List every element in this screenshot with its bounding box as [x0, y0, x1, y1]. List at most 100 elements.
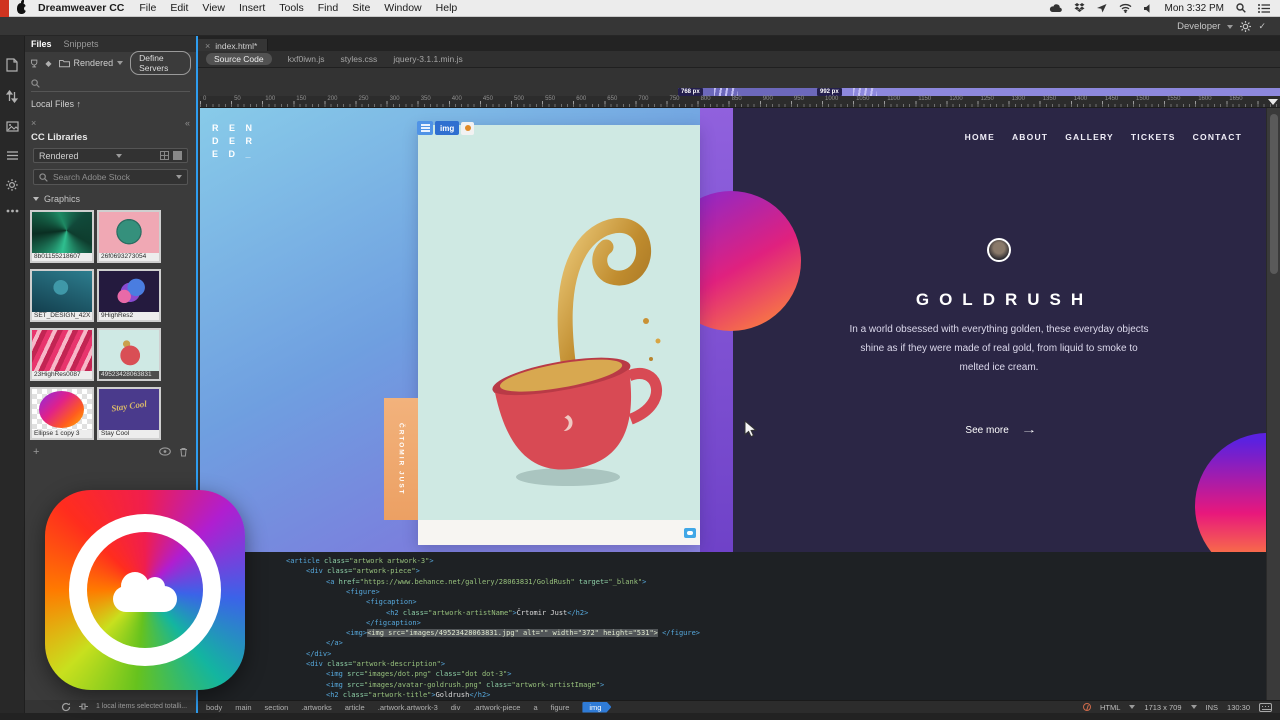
graphics-section-header[interactable]: Graphics: [25, 185, 196, 208]
document-tabstrip: × index.html*: [198, 36, 1280, 51]
library-dropdown[interactable]: Rendered: [33, 148, 188, 163]
library-item[interactable]: Ellipse 1 copy 3: [30, 387, 94, 440]
related-file[interactable]: Source Code: [206, 53, 272, 65]
tag-selector-a[interactable]: a: [533, 703, 537, 712]
library-item[interactable]: 9HighRes2: [97, 269, 161, 322]
add-library-item-button[interactable]: +: [33, 446, 39, 458]
files-search[interactable]: [31, 76, 190, 92]
breakpoint-badge-992[interactable]: 992 px: [817, 88, 842, 96]
scroll-caret-icon[interactable]: [1268, 99, 1278, 105]
menu-item-site[interactable]: Site: [352, 2, 370, 14]
menu-item-tools[interactable]: Tools: [279, 2, 304, 14]
tag-selector-body[interactable]: body: [206, 703, 222, 712]
library-item-label: 26f0693273054: [99, 253, 159, 261]
apple-menu-icon[interactable]: [17, 3, 26, 14]
tab-snippets[interactable]: Snippets: [64, 39, 99, 49]
menu-item-window[interactable]: Window: [384, 2, 421, 14]
tag-selector-artwork-piece[interactable]: .artwork-piece: [473, 703, 520, 712]
lint-error-icon[interactable]: [1083, 703, 1091, 711]
volume-icon[interactable]: [1144, 4, 1153, 13]
doc-type[interactable]: HTML: [1100, 703, 1120, 712]
code-line: <a href="https://www.behance.net/gallery…: [198, 578, 1266, 588]
notification-center-icon[interactable]: [1258, 4, 1270, 13]
scrollbar-thumb[interactable]: [1270, 114, 1278, 274]
tag-selector-div[interactable]: div: [451, 703, 461, 712]
keyboard-icon[interactable]: [1259, 703, 1272, 712]
file-icon[interactable]: [6, 58, 18, 72]
media-query-range-992[interactable]: [817, 88, 1280, 96]
element-menu-icon[interactable]: [417, 121, 433, 135]
related-file[interactable]: kxf0iwn.js: [288, 54, 325, 64]
menu-item-edit[interactable]: Edit: [170, 2, 188, 14]
library-item[interactable]: 8b01155218607: [30, 210, 94, 263]
library-item[interactable]: 49523428063831: [97, 328, 161, 381]
tab-files[interactable]: Files: [31, 39, 52, 49]
see-more-link[interactable]: See more →: [733, 425, 1266, 436]
menu-item-insert[interactable]: Insert: [239, 2, 265, 14]
vertical-scrollbar[interactable]: [1266, 108, 1280, 700]
menu-item-file[interactable]: File: [139, 2, 156, 14]
related-file[interactable]: styles.css: [340, 54, 377, 64]
artwork-card[interactable]: [418, 125, 700, 545]
layers-icon[interactable]: [6, 150, 19, 161]
menu-item-help[interactable]: Help: [436, 2, 458, 14]
grid-view-icon[interactable]: [160, 151, 169, 160]
dropbox-icon[interactable]: [1074, 3, 1085, 13]
refresh-icon[interactable]: [61, 702, 71, 712]
artwork-image[interactable]: [418, 125, 700, 520]
library-item[interactable]: Stay CoolStay Cool: [97, 387, 161, 440]
library-item-thumbnail: [32, 271, 92, 312]
breakpoint-badge-768[interactable]: 768 px: [678, 88, 703, 96]
tag-selector-section[interactable]: section: [265, 703, 289, 712]
nav-item-about[interactable]: ABOUT: [1012, 132, 1048, 142]
menu-item-find[interactable]: Find: [318, 2, 338, 14]
nav-item-gallery[interactable]: GALLERY: [1065, 132, 1114, 142]
local-files-header[interactable]: Local Files ↑: [25, 94, 196, 112]
code-area[interactable]: <article class="artwork artwork-3"><div …: [198, 552, 1266, 700]
tag-selector-img[interactable]: img: [582, 702, 611, 713]
workspace-switcher[interactable]: Developer ✓: [1177, 21, 1266, 32]
window-size[interactable]: 1713 x 709: [1144, 703, 1181, 712]
library-item-thumbnail: Stay Cool: [99, 389, 159, 430]
nav-item-home[interactable]: HOME: [965, 132, 995, 142]
tag-selector-artworkartwork-3[interactable]: .artwork.artwork-3: [378, 703, 438, 712]
live-view[interactable]: R E ND E RE D _: [200, 108, 1266, 552]
ruler-label: 850: [732, 96, 742, 102]
site-manager-icon[interactable]: [30, 58, 38, 69]
close-icon[interactable]: ×: [205, 41, 210, 51]
tag-selector-figure[interactable]: figure: [551, 703, 570, 712]
creative-cloud-icon[interactable]: [1049, 4, 1062, 13]
nav-item-contact[interactable]: CONTACT: [1193, 132, 1242, 142]
tag-selector-article[interactable]: article: [345, 703, 365, 712]
element-tag-badge[interactable]: img: [435, 121, 459, 135]
list-view-icon[interactable]: [173, 151, 182, 160]
tag-selector-main[interactable]: main: [235, 703, 251, 712]
snippets-gear-icon[interactable]: [6, 179, 18, 191]
adobe-stock-search[interactable]: Search Adobe Stock: [33, 169, 188, 185]
nav-item-tickets[interactable]: TICKETS: [1131, 132, 1176, 142]
menu-item-view[interactable]: View: [202, 2, 225, 14]
library-item[interactable]: 23HighRes0087: [30, 328, 94, 381]
git-icon[interactable]: ◆: [45, 59, 51, 68]
library-item[interactable]: 26f0693273054: [97, 210, 161, 263]
server-dropdown[interactable]: Rendered: [59, 58, 124, 68]
sort-arrows-icon[interactable]: [6, 90, 18, 103]
sync-status-icon[interactable]: [159, 447, 171, 456]
image-panel-icon[interactable]: [6, 121, 19, 132]
collapse-icon[interactable]: «: [185, 118, 190, 128]
more-options-icon[interactable]: [6, 209, 19, 213]
spotlight-search-icon[interactable]: [1236, 3, 1246, 13]
tag-selector-artworks[interactable]: .artworks: [301, 703, 331, 712]
sync-settings-gear-icon[interactable]: [1240, 21, 1251, 32]
connect-icon[interactable]: [78, 702, 89, 711]
close-icon[interactable]: ×: [31, 118, 36, 128]
library-item[interactable]: SET_DESIGN_42X: [30, 269, 94, 322]
related-file[interactable]: jquery-3.1.1.min.js: [393, 54, 462, 64]
define-servers-button[interactable]: Define Servers: [130, 51, 191, 75]
asset-sync-badge-icon[interactable]: [684, 528, 696, 538]
trash-icon[interactable]: [179, 447, 188, 457]
element-add-icon[interactable]: [461, 122, 474, 135]
location-arrow-icon[interactable]: [1097, 3, 1107, 13]
app-menu-title[interactable]: Dreamweaver CC: [38, 2, 124, 14]
wifi-icon[interactable]: [1119, 3, 1132, 13]
